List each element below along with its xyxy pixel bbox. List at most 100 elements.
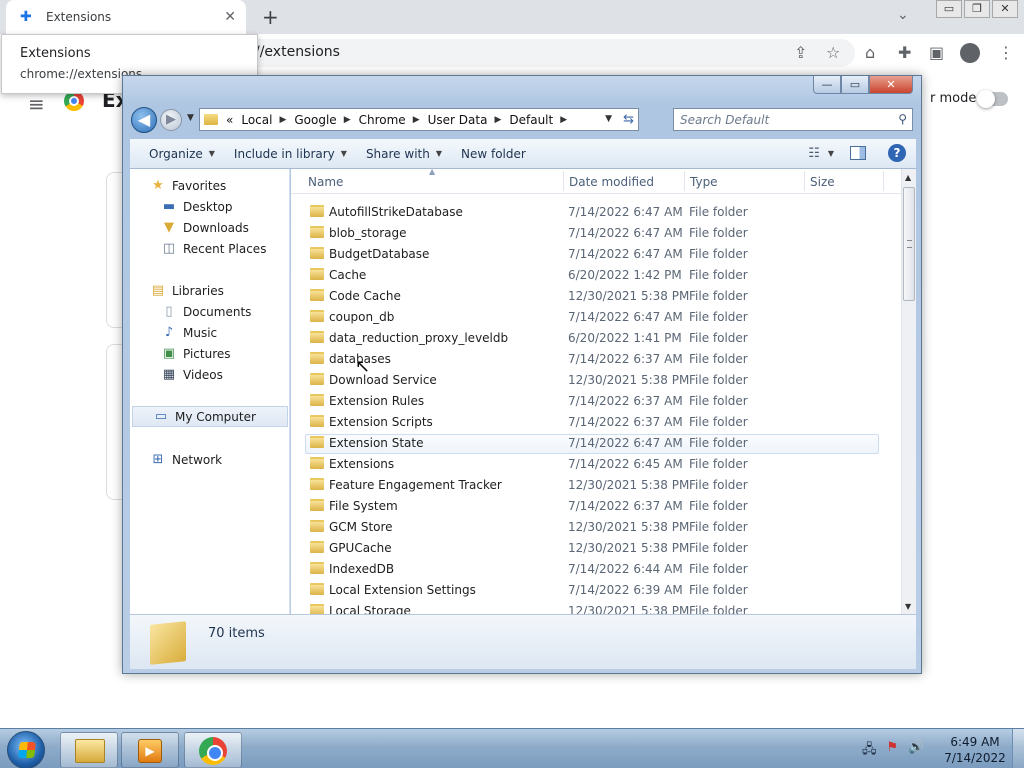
home-icon[interactable]: ⌂: [865, 43, 875, 62]
file-row[interactable]: Download Service 12/30/2021 5:38 PM File f…: [291, 369, 901, 390]
nav-libraries[interactable]: ▤ Libraries: [130, 280, 290, 301]
nav-downloads[interactable]: ▼ Downloads: [130, 217, 290, 238]
start-button[interactable]: [7, 731, 45, 768]
file-row[interactable]: Extensions 7/14/2022 6:45 AM File folder: [291, 453, 901, 474]
back-button[interactable]: ◀: [131, 107, 157, 133]
breadcrumb-default[interactable]: Default: [509, 113, 553, 127]
chrome-minimize-button[interactable]: ▭: [936, 0, 962, 18]
file-row[interactable]: blob_storage 7/14/2022 6:47 AM File folder: [291, 222, 901, 243]
column-divider[interactable]: [883, 171, 884, 191]
file-row[interactable]: Feature Engagement Tracker 12/30/2021 5:3…: [291, 474, 901, 495]
extensions-icon[interactable]: ✚: [898, 43, 911, 62]
breadcrumb-separator[interactable]: ▶: [279, 115, 286, 125]
breadcrumb-separator[interactable]: ▶: [344, 115, 351, 125]
nav-favorites[interactable]: ★ Favorites: [130, 175, 290, 196]
system-clock[interactable]: 6:49 AM 7/14/2022: [944, 734, 1006, 766]
breadcrumb-overflow[interactable]: «: [226, 113, 233, 127]
show-desktop-button[interactable]: [1012, 729, 1024, 768]
breadcrumb-separator[interactable]: ▶: [413, 115, 420, 125]
file-row[interactable]: BudgetDatabase 7/14/2022 6:47 AM File fold…: [291, 243, 901, 264]
hamburger-menu-icon[interactable]: ≡: [28, 92, 45, 116]
column-divider[interactable]: [563, 171, 564, 191]
new-folder-button[interactable]: New folder: [461, 147, 526, 161]
help-icon[interactable]: ?: [888, 144, 906, 162]
file-row[interactable]: GPUCache 12/30/2021 5:38 PM File folder: [291, 537, 901, 558]
column-divider[interactable]: [684, 171, 685, 191]
taskbar-chrome-button[interactable]: [184, 732, 242, 768]
network-tray-icon[interactable]: 🖧: [862, 740, 877, 762]
address-history-dropdown[interactable]: ▼: [605, 114, 612, 124]
organize-button[interactable]: Organize ▼: [149, 147, 215, 161]
chrome-close-button[interactable]: ✕: [992, 0, 1018, 18]
breadcrumb-chrome[interactable]: Chrome: [359, 113, 406, 127]
breadcrumb-local[interactable]: Local: [241, 113, 272, 127]
refresh-icon[interactable]: ⇆: [623, 112, 634, 127]
scroll-up-arrow[interactable]: ▲: [905, 173, 911, 182]
include-in-library-button[interactable]: Include in library ▼: [234, 147, 347, 161]
chrome-menu-icon[interactable]: ⋮: [998, 43, 1014, 62]
scrollbar-thumb[interactable]: [903, 187, 915, 301]
search-icon[interactable]: ⚲: [898, 112, 907, 126]
explorer-minimize-button[interactable]: —: [813, 76, 841, 94]
action-center-flag-icon[interactable]: ⚑: [887, 740, 899, 762]
column-date-modified[interactable]: Date modified: [569, 175, 654, 189]
nav-my-computer[interactable]: ▭ My Computer: [132, 406, 288, 427]
nav-documents[interactable]: ▯ Documents: [130, 301, 290, 322]
volume-icon[interactable]: 🔊: [908, 740, 924, 762]
nav-recent-places[interactable]: ◫ Recent Places: [130, 238, 290, 259]
file-row[interactable]: databases 7/14/2022 6:37 AM File folder: [291, 348, 901, 369]
recent-pages-dropdown[interactable]: ▼: [187, 113, 194, 123]
file-row[interactable]: Local Storage 12/30/2021 5:38 PM File fold…: [291, 600, 901, 614]
breadcrumb-separator[interactable]: ▶: [494, 115, 501, 125]
nav-pictures[interactable]: ▣ Pictures: [130, 343, 290, 364]
tab-search-icon[interactable]: ⌄: [897, 7, 909, 23]
change-view-icon[interactable]: ☷: [808, 146, 820, 161]
forward-button[interactable]: ▶: [160, 109, 182, 131]
chrome-restore-button[interactable]: ❐: [964, 0, 990, 18]
explorer-maximize-button[interactable]: ▭: [841, 76, 869, 94]
explorer-close-button[interactable]: ✕: [869, 76, 913, 94]
file-row[interactable]: AutofillStrikeDatabase 7/14/2022 6:47 AM F…: [291, 201, 901, 222]
bookmark-star-icon[interactable]: ☆: [826, 43, 840, 62]
column-size[interactable]: Size: [810, 175, 835, 189]
developer-mode-toggle[interactable]: [977, 90, 1008, 108]
file-row[interactable]: Cache 6/20/2022 1:42 PM File folder: [291, 264, 901, 285]
file-row[interactable]: data_reduction_proxy_leveldb 6/20/2022 1:…: [291, 327, 901, 348]
file-row[interactable]: Extension Rules 7/14/2022 6:37 AM File fol…: [291, 390, 901, 411]
close-tab-icon[interactable]: ✕: [224, 9, 236, 25]
breadcrumb-google[interactable]: Google: [294, 113, 336, 127]
column-name[interactable]: Name: [308, 175, 343, 189]
nav-music[interactable]: ♪ Music: [130, 322, 290, 343]
file-row[interactable]: Local Extension Settings 7/14/2022 6:39 A…: [291, 579, 901, 600]
file-name: data_reduction_proxy_leveldb: [329, 331, 509, 345]
file-row[interactable]: coupon_db 7/14/2022 6:47 AM File folder: [291, 306, 901, 327]
file-row[interactable]: Code Cache 12/30/2021 5:38 PM File folder: [291, 285, 901, 306]
taskbar-explorer-button[interactable]: [60, 732, 118, 768]
file-row[interactable]: Extension State 7/14/2022 6:47 AM File fol…: [291, 432, 901, 453]
column-divider[interactable]: [804, 171, 805, 191]
file-type: File folder: [689, 394, 748, 408]
vertical-scrollbar[interactable]: ▲ ▼: [901, 169, 916, 614]
tab-extensions[interactable]: ✚ Extensions ✕: [6, 0, 246, 34]
address-bar[interactable]: « Local ▶ Google ▶ Chrome ▶ User Data ▶ …: [199, 108, 639, 131]
search-input[interactable]: Search Default ⚲: [673, 108, 913, 131]
side-panel-icon[interactable]: ▣: [929, 43, 944, 62]
nav-network[interactable]: ⊞ Network: [130, 449, 290, 470]
profile-avatar-icon[interactable]: [960, 43, 980, 63]
share-with-button[interactable]: Share with ▼: [366, 147, 442, 161]
view-options-chevron-icon[interactable]: ▼: [828, 149, 834, 158]
share-icon[interactable]: ⇪: [794, 43, 807, 62]
preview-pane-icon[interactable]: [850, 146, 866, 160]
new-tab-button[interactable]: +: [262, 5, 279, 29]
breadcrumb-user-data[interactable]: User Data: [428, 113, 488, 127]
taskbar-media-player-button[interactable]: ▶: [121, 732, 179, 768]
file-row[interactable]: IndexedDB 7/14/2022 6:44 AM File folder: [291, 558, 901, 579]
nav-desktop[interactable]: ▬ Desktop: [130, 196, 290, 217]
scroll-down-arrow[interactable]: ▼: [905, 602, 911, 611]
file-row[interactable]: Extension Scripts 7/14/2022 6:37 AM File f…: [291, 411, 901, 432]
column-type[interactable]: Type: [690, 175, 718, 189]
nav-videos[interactable]: ▦ Videos: [130, 364, 290, 385]
breadcrumb-separator[interactable]: ▶: [560, 115, 567, 125]
file-row[interactable]: GCM Store 12/30/2021 5:38 PM File folder: [291, 516, 901, 537]
file-row[interactable]: File System 7/14/2022 6:37 AM File folder: [291, 495, 901, 516]
